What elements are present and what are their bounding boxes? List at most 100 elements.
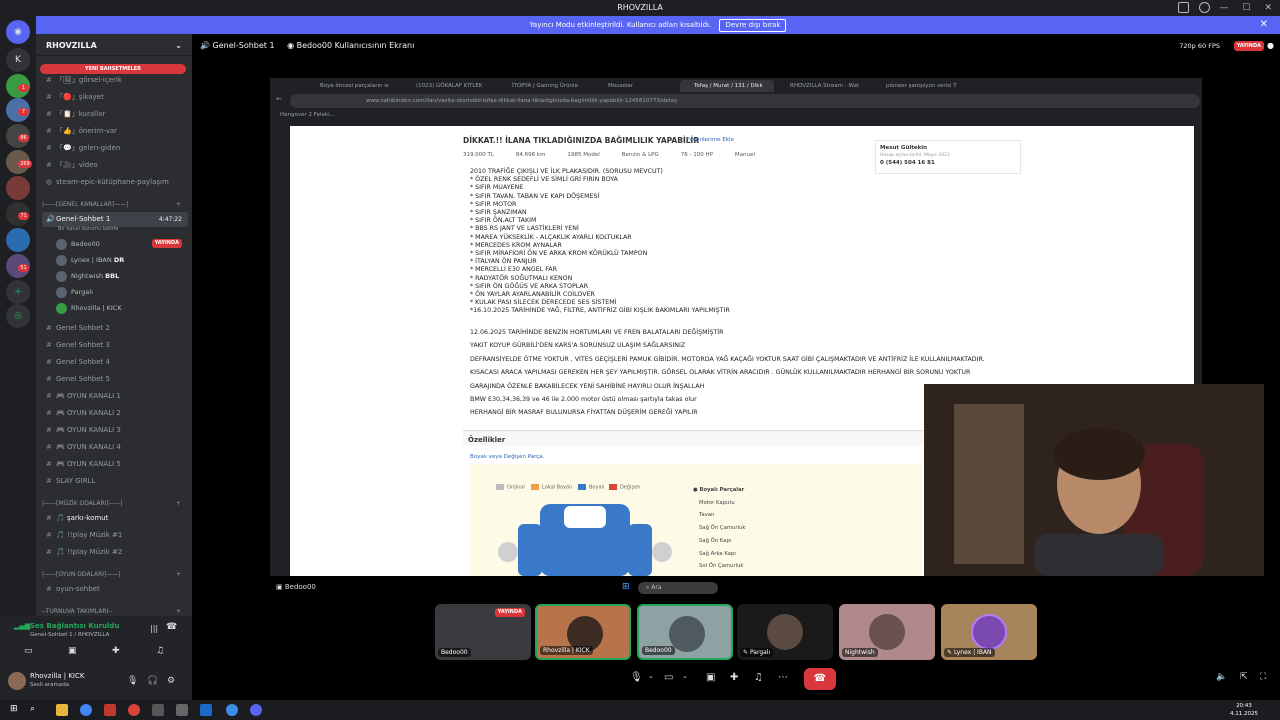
participant-tile[interactable]: Nightwish (839, 604, 935, 660)
add-channel-icon[interactable]: + (176, 201, 181, 208)
help-icon[interactable] (1199, 2, 1210, 13)
participant-tile-speaking[interactable]: Rhovzilla | KICK (535, 604, 631, 660)
search-icon[interactable]: ⌕ (30, 704, 42, 716)
maximize-button[interactable]: ☐ (1242, 0, 1250, 16)
channel-kurallar[interactable]: # 「📋」kurallar (42, 107, 188, 122)
participant-tile[interactable]: YAYINDA Bedoo00 (435, 604, 531, 660)
close-icon[interactable]: ✕ (1260, 16, 1268, 34)
add-channel-icon[interactable]: + (176, 500, 181, 507)
voice-channel[interactable]: # 🎮 OYUN KANALI 4 (42, 440, 188, 455)
browser-tab[interactable]: Mouselar (594, 80, 674, 92)
screen-share-icon[interactable]: ▣ (706, 672, 715, 683)
voice-channel-active[interactable]: 🔊Genel-Sohbet 1 4:47:22 (42, 212, 188, 227)
voice-channel[interactable]: # Genel Sohbet 4 (42, 355, 188, 370)
signal-icon[interactable]: ▂▄▆ (14, 622, 30, 630)
category-general[interactable]: |——[GENEL KANALLAR]——| + (42, 201, 181, 208)
voice-user[interactable]: Lynex | IBAN DR (56, 252, 186, 268)
clock[interactable]: 20:43 4.11.2025 (1230, 702, 1258, 718)
voice-user[interactable]: Bedoo00 YAYINDA (56, 236, 186, 252)
voice-user[interactable]: Pargalı (56, 284, 186, 300)
activities-icon[interactable]: ✚ (730, 672, 738, 683)
participant-tile[interactable]: ✎ Pargalı (737, 604, 833, 660)
voice-channel[interactable]: # 🎮 OYUN KANALI 3 (42, 423, 188, 438)
back-icon[interactable]: ← (276, 95, 282, 103)
noise-suppression-icon[interactable]: ||| (150, 624, 158, 633)
microphone-icon[interactable]: 🎙 (630, 672, 643, 683)
app-icon[interactable] (152, 704, 164, 716)
channel-sikayet[interactable]: # 「🔴」şikayet (42, 90, 188, 105)
channel-onerim-var[interactable]: # 「👍」önerim-var (42, 124, 188, 139)
soundboard-icon[interactable]: ♫ (754, 672, 763, 683)
app-icon[interactable] (226, 704, 238, 716)
channel-gorsel-icerik[interactable]: # 「🖼」görsel-içerik (42, 73, 188, 88)
chrome-icon[interactable] (80, 704, 92, 716)
channel-status[interactable]: Bir kanal durumu belirle (58, 226, 118, 232)
minimize-button[interactable]: — (1219, 0, 1228, 16)
server-rhovzilla[interactable] (6, 228, 30, 252)
app-icon[interactable] (176, 704, 188, 716)
add-channel-icon[interactable]: + (176, 608, 181, 615)
disconnect-icon[interactable]: ☎ (166, 622, 177, 632)
bookmark-item[interactable]: Hangover 2 Feleki... (280, 112, 335, 118)
obs-icon[interactable] (128, 704, 140, 716)
painted-parts-link[interactable]: Boyalı veya Değişen Parça. (470, 454, 544, 460)
activities-icon[interactable]: ✚ (112, 646, 120, 656)
voice-channel[interactable]: # 🎮 OYUN KANALI 5 (42, 457, 188, 472)
channel-gelen-giden[interactable]: # 「💬」gelen-giden (42, 141, 188, 156)
browser-tab[interactable]: RHOVZILLA Stream - Wat (776, 80, 870, 92)
browser-tab[interactable]: (1023) GÖKALAF KİTLEK (402, 80, 496, 92)
close-window-button[interactable]: ✕ (1264, 0, 1272, 16)
disable-streamer-mode-button[interactable]: Devre dışı bırak (719, 19, 787, 32)
add-channel-icon[interactable]: + (176, 571, 181, 578)
windows-start-icon[interactable]: ⊞ (10, 704, 22, 716)
channel-video[interactable]: # 「🎥」video (42, 158, 188, 173)
channel-play-2[interactable]: # 🎵 !!play Müzik #2 (42, 545, 188, 560)
category-music[interactable]: |——[MÜZİK ODALARI]——| + (42, 500, 181, 507)
voice-channel[interactable]: # 🎮 OYUN KANALI 1 (42, 389, 188, 404)
chevron-down-icon[interactable]: ⌄ (648, 672, 654, 680)
avatar[interactable] (8, 672, 26, 690)
chat-icon[interactable]: ● (1267, 34, 1274, 58)
channel-sarki-komut[interactable]: # 🎵 şarkı-komut (42, 511, 188, 526)
category-tournament[interactable]: --TURNUVA TAKIMLARI-- + (42, 608, 181, 615)
seller-name[interactable]: Mesut Gültekin (880, 145, 1016, 151)
more-icon[interactable]: ⋯ (778, 672, 788, 683)
channel-play-1[interactable]: # 🎵 !!play Müzik #1 (42, 528, 188, 543)
participant-tile-speaking[interactable]: Bedoo00 (637, 604, 733, 660)
address-bar[interactable]: www.sahibinden.com/ilan/vasita-otomobil-… (290, 94, 1200, 108)
app-icon[interactable] (104, 704, 116, 716)
volume-icon[interactable]: 🔈 (1216, 672, 1227, 682)
voice-channel[interactable]: # Genel Sohbet 2 (42, 321, 188, 336)
browser-tab-active[interactable]: Tofaş / Murat / 131 / Dikk (680, 80, 774, 92)
chevron-down-icon[interactable]: ⌄ (682, 672, 688, 680)
microphone-icon[interactable]: 🎙 (127, 676, 138, 686)
screen-share-icon[interactable]: ▣ (68, 646, 77, 656)
steam-icon[interactable] (200, 704, 212, 716)
hang-up-button[interactable]: ☎ (804, 668, 836, 690)
gear-icon[interactable]: ⚙ (167, 676, 175, 686)
inbox-icon[interactable] (1178, 2, 1189, 13)
voice-channel[interactable]: # 🎮 OYUN KANALI 2 (42, 406, 188, 421)
file-explorer-icon[interactable] (56, 704, 68, 716)
popout-icon[interactable]: ⇱ (1240, 672, 1248, 682)
headphones-icon[interactable]: 🎧 (147, 676, 158, 686)
discover-icon[interactable]: ◎ (6, 304, 30, 328)
camera-off-icon[interactable]: ▭ (24, 646, 33, 656)
category-game[interactable]: |——[OYUN ODALARI]——| + (42, 571, 181, 578)
soundboard-icon[interactable]: ♫ (156, 646, 164, 656)
server-name-header[interactable]: RHOVZILLA ⌄ (36, 34, 192, 56)
add-server-icon[interactable]: + (6, 280, 30, 304)
favorite-link[interactable]: ☆ Favorilerime Ekle (680, 137, 734, 143)
discord-icon[interactable] (250, 704, 262, 716)
channel-oyun-sohbet[interactable]: # oyun-sohbet (42, 582, 188, 597)
browser-tab[interactable]: İTOPYA | Gaming Ürünle (498, 80, 592, 92)
voice-channel[interactable]: # SLAY GIRLL (42, 474, 188, 489)
voice-user[interactable]: Rhovzilla | KICK (56, 300, 186, 316)
discord-home-icon[interactable]: ◉ (6, 20, 30, 44)
camera-off-icon[interactable]: ▭ (664, 672, 673, 683)
server-icon[interactable] (6, 176, 30, 200)
voice-channel[interactable]: # Genel Sohbet 3 (42, 338, 188, 353)
voice-channel[interactable]: # Genel Sohbet 5 (42, 372, 188, 387)
voice-status-channel[interactable]: Genel-Sohbet 1 / RHOVZILLA (30, 632, 109, 638)
fullscreen-icon[interactable]: ⛶ (1260, 672, 1266, 682)
